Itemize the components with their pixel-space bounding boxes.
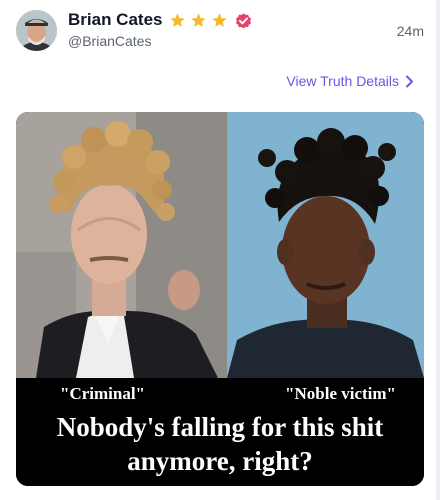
view-truth-details-label: View Truth Details [286,73,399,89]
chevron-right-icon [406,75,413,87]
star-icon [212,12,228,27]
image-caption-band: "Criminal" "Noble victim" Nobody's falli… [16,378,424,486]
image-caption-line-2: anymore, right? [127,446,313,476]
image-caption-text: Nobody's falling for this shit anymore, … [16,410,424,478]
star-icon [191,12,207,27]
author-avatar[interactable] [16,10,57,51]
star-icon [170,12,186,27]
image-label-right: "Noble victim" [285,384,396,403]
author-display-name[interactable]: Brian Cates [68,10,162,30]
scrollbar[interactable] [436,0,440,500]
author-handle[interactable]: @BrianCates [68,33,151,49]
view-truth-details-link[interactable]: View Truth Details [286,73,414,89]
verified-badge-icon [236,12,252,28]
author-name-row: Brian Cates [68,10,253,30]
truth-post: Brian Cates @BrianCates 24m View Truth D… [0,0,440,500]
image-label-left: "Criminal" [60,384,145,403]
left-mugshot-photo [16,112,227,378]
post-image[interactable]: "Criminal" "Noble victim" Nobody's falli… [16,112,424,486]
post-timestamp[interactable]: 24m [397,23,424,39]
avatar-photo [16,10,57,51]
image-caption-line-1: Nobody's falling for this shit [56,412,384,442]
right-mugshot-photo [227,112,424,378]
